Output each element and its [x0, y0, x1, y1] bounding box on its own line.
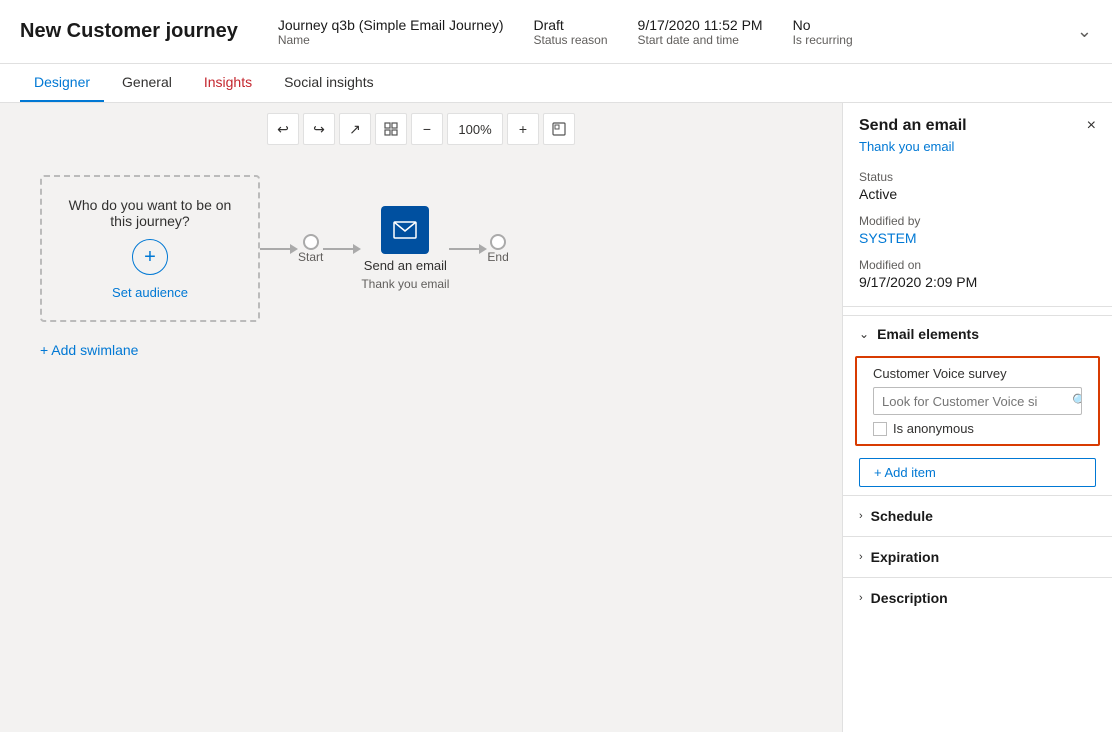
start-date-label: Start date and time	[638, 33, 763, 47]
cv-anonymous-label: Is anonymous	[893, 421, 974, 436]
cv-anonymous-row: Is anonymous	[873, 421, 1082, 436]
page-title: New Customer journey	[20, 20, 238, 43]
panel-modified-on-field: Modified on 9/17/2020 2:09 PM	[843, 254, 1112, 298]
recurring-field: No Is recurring	[793, 17, 853, 47]
cv-anonymous-checkbox[interactable]	[873, 422, 887, 436]
undo-button[interactable]: ↩	[267, 113, 299, 145]
cv-search-input[interactable]	[874, 389, 1066, 414]
tab-bar: Designer General Insights Social insight…	[0, 64, 1112, 103]
panel-subtitle[interactable]: Thank you email	[843, 139, 1112, 166]
start-label: Start	[298, 250, 323, 264]
cv-search-row: 🔍 ✕	[873, 387, 1082, 415]
journey-name-field: Journey q3b (Simple Email Journey) Name	[278, 17, 504, 47]
email-elements-title: Email elements	[877, 326, 979, 342]
expiration-title: Expiration	[871, 549, 939, 565]
audience-box: Who do you want to be on this journey? +…	[40, 175, 260, 322]
description-section-header[interactable]: › Description	[843, 577, 1112, 618]
start-node: Start	[298, 234, 323, 264]
cv-search-icon: 🔍	[1066, 388, 1082, 414]
journey-flow: Who do you want to be on this journey? +…	[0, 155, 842, 382]
email-elements-chevron-icon: ⌄	[859, 327, 869, 341]
journey-canvas: ↩ ↪ ↗ − 100% +	[0, 103, 842, 732]
recurring-label: Is recurring	[793, 33, 853, 47]
main-content: ↩ ↪ ↗ − 100% +	[0, 103, 1112, 732]
add-swimlane-button[interactable]: + Add swimlane	[40, 338, 802, 362]
description-title: Description	[871, 590, 948, 606]
add-item-button[interactable]: + Add item	[859, 458, 1096, 487]
tab-social-insights[interactable]: Social insights	[270, 64, 388, 102]
zoom-out-button[interactable]: −	[411, 113, 443, 145]
panel-header: Send an email ×	[843, 103, 1112, 139]
page-header: New Customer journey Journey q3b (Simple…	[0, 0, 1112, 64]
panel-modified-by-value[interactable]: SYSTEM	[859, 230, 1096, 246]
status-field: Draft Status reason	[533, 17, 607, 47]
tab-designer[interactable]: Designer	[20, 64, 104, 102]
email-node[interactable]: Send an email Thank you email	[361, 206, 449, 291]
canvas-toolbar: ↩ ↪ ↗ − 100% +	[0, 103, 842, 155]
email-elements-section-header[interactable]: ⌄ Email elements	[843, 315, 1112, 352]
fullscreen-button[interactable]	[543, 113, 575, 145]
panel-modified-on-value: 9/17/2020 2:09 PM	[859, 274, 1096, 290]
panel-modified-by-label: Modified by	[859, 214, 1096, 228]
header-meta: Journey q3b (Simple Email Journey) Name …	[278, 17, 1092, 47]
tab-general[interactable]: General	[108, 64, 186, 102]
end-node: End	[487, 234, 508, 264]
panel-status-field: Status Active	[843, 166, 1112, 210]
description-chevron-icon: ›	[859, 592, 863, 604]
connector-audience-start	[260, 244, 298, 254]
right-panel: Send an email × Thank you email Status A…	[842, 103, 1112, 732]
email-node-title: Send an email	[364, 258, 447, 273]
schedule-section-header[interactable]: › Schedule	[843, 495, 1112, 536]
panel-modified-by-field: Modified by SYSTEM	[843, 210, 1112, 254]
connector-start-email	[323, 244, 361, 254]
panel-status-label: Status	[859, 170, 1096, 184]
start-date-field: 9/17/2020 11:52 PM Start date and time	[638, 17, 763, 47]
email-node-sub: Thank you email	[361, 277, 449, 291]
expiration-chevron-icon: ›	[859, 551, 863, 563]
cv-survey-label: Customer Voice survey	[873, 366, 1082, 381]
start-date-value: 9/17/2020 11:52 PM	[638, 17, 763, 33]
journey-name-label: Name	[278, 33, 504, 47]
panel-title: Send an email	[859, 117, 967, 135]
expand-button[interactable]: ↗	[339, 113, 371, 145]
journey-name-value: Journey q3b (Simple Email Journey)	[278, 17, 504, 33]
schedule-title: Schedule	[871, 508, 933, 524]
tab-insights[interactable]: Insights	[190, 64, 266, 102]
status-label: Status reason	[533, 33, 607, 47]
start-circle	[303, 234, 319, 250]
zoom-level-display: 100%	[447, 113, 503, 145]
audience-plus-button[interactable]: +	[132, 239, 168, 275]
customer-voice-section: Customer Voice survey 🔍 ✕ Is anonymous	[855, 356, 1100, 446]
zoom-in-button[interactable]: +	[507, 113, 539, 145]
add-item-label: + Add item	[874, 465, 936, 480]
set-audience-label[interactable]: Set audience	[112, 285, 188, 300]
connector-email-end	[449, 244, 487, 254]
end-label: End	[487, 250, 508, 264]
panel-status-value: Active	[859, 186, 1096, 202]
panel-modified-on-label: Modified on	[859, 258, 1096, 272]
schedule-chevron-icon: ›	[859, 510, 863, 522]
email-icon[interactable]	[381, 206, 429, 254]
header-chevron-icon[interactable]: ⌄	[1077, 21, 1092, 42]
expiration-section-header[interactable]: › Expiration	[843, 536, 1112, 577]
panel-close-button[interactable]: ×	[1087, 117, 1096, 135]
add-swimlane-label: + Add swimlane	[40, 342, 138, 358]
end-circle	[490, 234, 506, 250]
audience-title: Who do you want to be on this journey?	[62, 197, 238, 229]
fit-button[interactable]	[375, 113, 407, 145]
panel-divider	[843, 306, 1112, 307]
recurring-value: No	[793, 17, 853, 33]
status-value: Draft	[533, 17, 607, 33]
redo-button[interactable]: ↪	[303, 113, 335, 145]
